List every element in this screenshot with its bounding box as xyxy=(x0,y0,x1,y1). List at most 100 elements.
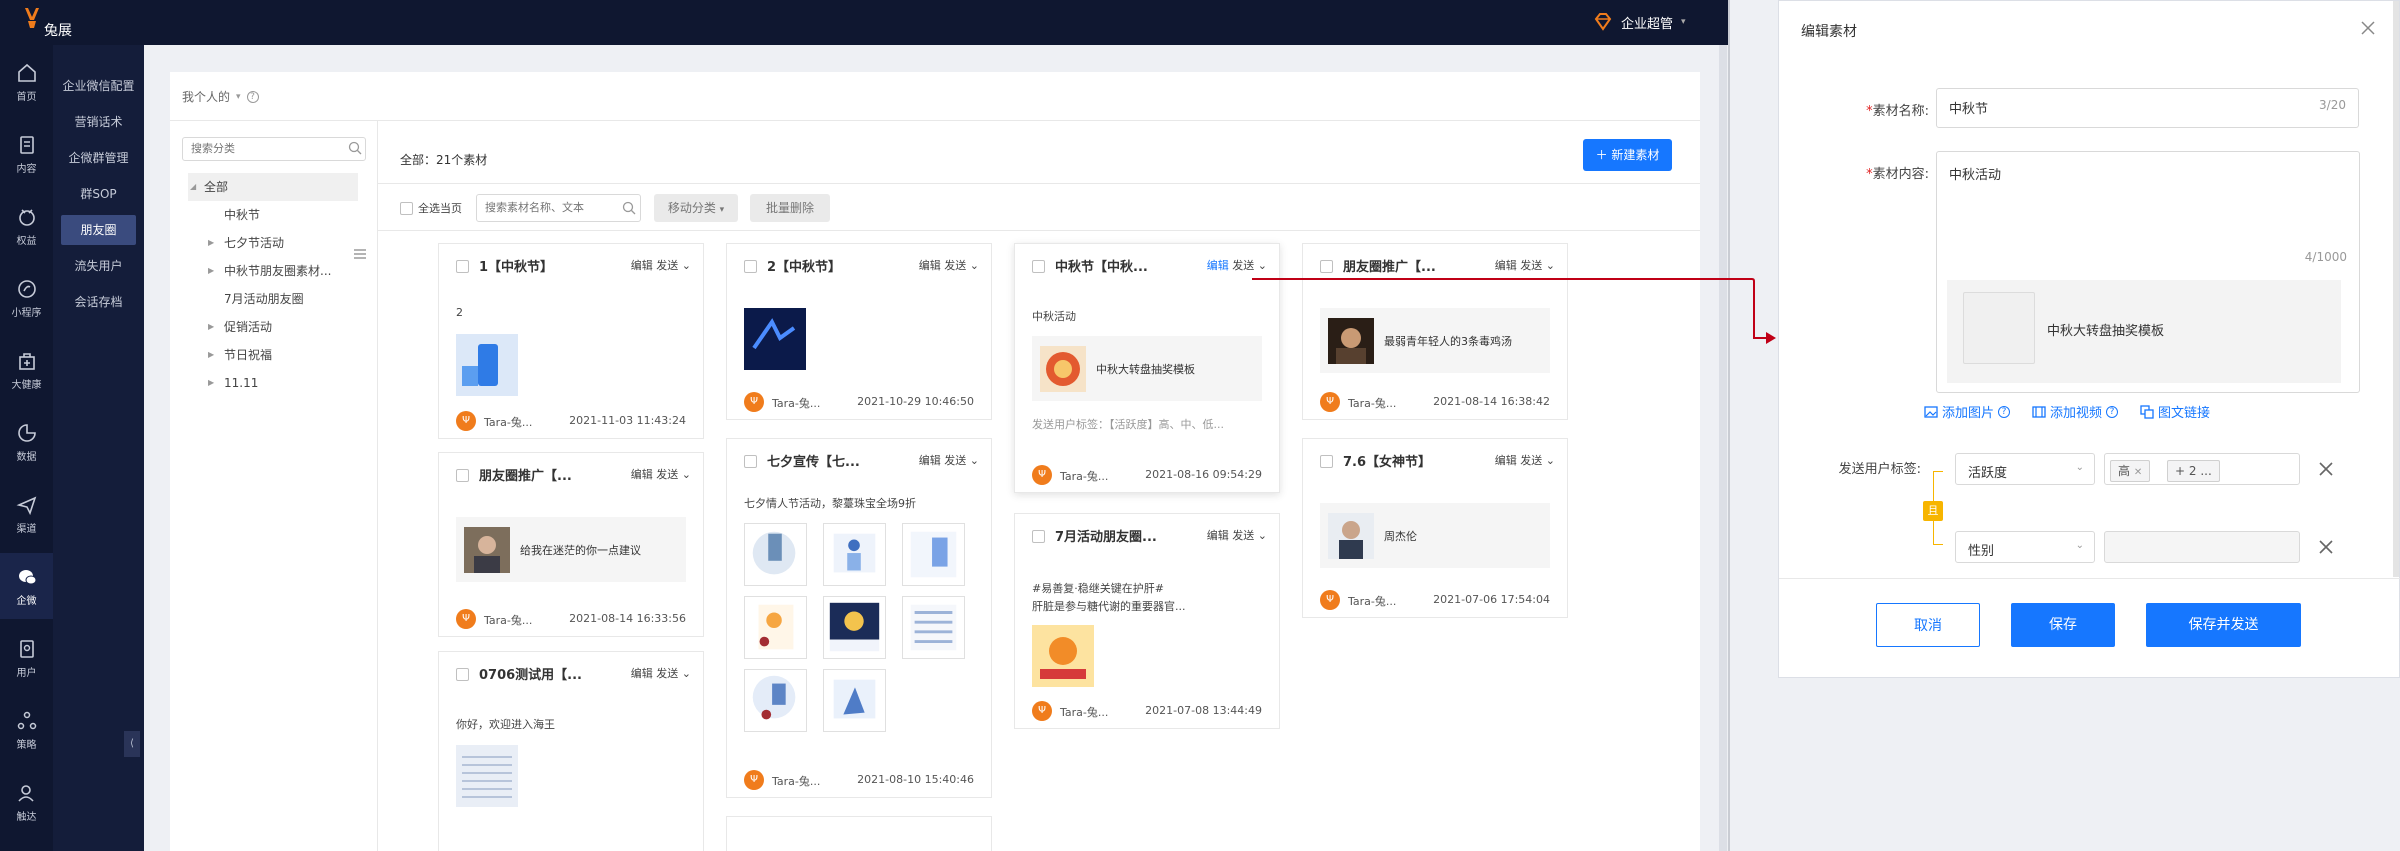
cancel-button[interactable]: 取消 xyxy=(1876,603,1980,647)
card-image[interactable] xyxy=(744,308,806,370)
chevron-down-icon[interactable]: ⌄ xyxy=(682,667,691,680)
material-search-input[interactable] xyxy=(476,194,641,222)
card-checkbox[interactable] xyxy=(456,668,469,681)
material-card[interactable]: 朋友圈推广【... 编辑 发送 ⌄ 给我在迷茫的你一点建议 Ψ Tara-兔...… xyxy=(438,452,704,637)
edit-link[interactable]: 编辑 xyxy=(631,667,653,680)
name-input[interactable]: 中秋节 3/20 xyxy=(1936,88,2359,128)
send-link[interactable]: 发送 xyxy=(656,259,678,272)
chevron-down-icon[interactable]: ⌄ xyxy=(970,454,979,467)
tree-item[interactable]: ▶ 11.11 xyxy=(170,369,378,397)
attached-template[interactable]: 中秋大转盘抽奖模板 xyxy=(1947,280,2341,383)
send-link[interactable]: 发送 xyxy=(1520,454,1542,467)
card-checkbox[interactable] xyxy=(744,260,757,273)
card-image[interactable] xyxy=(902,523,965,586)
subnav-group-sop[interactable]: 群SOP xyxy=(53,179,144,209)
tree-item[interactable]: 中秋节 xyxy=(170,201,378,229)
nav-wecom[interactable]: 企微 xyxy=(0,553,53,619)
save-button[interactable]: 保存 xyxy=(2011,603,2115,647)
send-link[interactable]: 发送 xyxy=(1520,259,1542,272)
content-textarea[interactable]: 中秋活动 4/1000 中秋大转盘抽奖模板 xyxy=(1936,151,2360,393)
card-image[interactable] xyxy=(744,596,807,659)
category-search-input[interactable] xyxy=(182,137,366,161)
tree-item[interactable]: 7月活动朋友圈 xyxy=(170,285,378,313)
tree-item[interactable]: ▶ 七夕节活动 xyxy=(170,229,378,257)
page-scrollbar[interactable] xyxy=(1719,45,1727,851)
card-image[interactable] xyxy=(1032,625,1094,687)
help-icon[interactable]: ? xyxy=(2106,405,2119,418)
subnav-archive[interactable]: 会话存档 xyxy=(53,287,144,317)
edit-link[interactable]: 编辑 xyxy=(1495,259,1517,272)
chevron-down-icon[interactable]: ⌄ xyxy=(1546,454,1555,467)
and-operator[interactable]: 且 xyxy=(1923,501,1943,521)
edit-link[interactable]: 编辑 xyxy=(919,454,941,467)
move-category-button[interactable]: 移动分类 ▾ xyxy=(654,194,738,222)
search-icon[interactable] xyxy=(622,201,636,215)
send-link[interactable]: 发送 xyxy=(656,667,678,680)
chevron-down-icon[interactable]: ⌄ xyxy=(1546,259,1555,272)
add-link-button[interactable]: 图文链接 xyxy=(2140,402,2210,421)
subnav-lost-users[interactable]: 流失用户 xyxy=(53,251,144,281)
material-card[interactable]: 7月活动朋友圈... 编辑 发送 ⌄ #易善复·稳继关键在护肝# 肝脏是参与糖代… xyxy=(1014,513,1280,729)
drawer-scrollbar[interactable] xyxy=(2393,1,2399,577)
search-icon[interactable] xyxy=(348,141,362,155)
edit-link[interactable]: 编辑 xyxy=(631,259,653,272)
tree-item-all[interactable]: ◢ 全部 xyxy=(188,173,358,201)
batch-delete-button[interactable]: 批量删除 xyxy=(750,194,830,222)
card-checkbox[interactable] xyxy=(1032,530,1045,543)
card-image[interactable] xyxy=(823,596,886,659)
send-link[interactable]: 发送 xyxy=(944,259,966,272)
tag-field-select[interactable]: 性别 ⌄ xyxy=(1955,531,2095,563)
collapse-sidebar-button[interactable]: ⟨ xyxy=(124,731,140,757)
add-image-button[interactable]: 添加图片? xyxy=(1924,402,2011,421)
edit-link[interactable]: 编辑 xyxy=(1207,529,1229,542)
card-checkbox[interactable] xyxy=(1320,260,1333,273)
link-preview[interactable]: 中秋大转盘抽奖模板 xyxy=(1032,336,1262,401)
card-image[interactable] xyxy=(902,596,965,659)
tag-value-select-disabled[interactable] xyxy=(2104,531,2300,563)
tree-item[interactable]: ▶ 节日祝福 xyxy=(170,341,378,369)
nav-rights[interactable]: 权益 xyxy=(0,193,53,259)
nav-channel[interactable]: 渠道 xyxy=(0,481,53,547)
edit-link[interactable]: 编辑 xyxy=(1207,259,1229,272)
nav-reach[interactable]: 触达 xyxy=(0,769,53,835)
close-icon[interactable] xyxy=(2359,19,2377,37)
chevron-down-icon[interactable]: ⌄ xyxy=(1258,259,1267,272)
subnav-groups[interactable]: 企微群管理 xyxy=(53,143,144,173)
send-link[interactable]: 发送 xyxy=(1232,259,1254,272)
nav-data[interactable]: 数据 xyxy=(0,409,53,475)
remove-condition-icon[interactable] xyxy=(2319,540,2333,554)
nav-strategy[interactable]: 策略 xyxy=(0,697,53,763)
tree-item[interactable]: ▶ 中秋节朋友圈素材... xyxy=(170,257,378,285)
card-checkbox[interactable] xyxy=(456,260,469,273)
org-switch[interactable]: 企业超管 ▾ xyxy=(1593,12,1686,32)
chevron-down-icon[interactable]: ⌄ xyxy=(682,259,691,272)
card-image[interactable] xyxy=(456,334,518,396)
subnav-wecom-config[interactable]: 企业微信配置 xyxy=(53,71,144,101)
send-link[interactable]: 发送 xyxy=(1232,529,1254,542)
add-video-button[interactable]: 添加视频? xyxy=(2032,402,2119,421)
card-image[interactable] xyxy=(456,745,518,807)
scope-dropdown[interactable]: 我个人的 ▾ ? xyxy=(182,88,259,105)
material-card[interactable]: 1【中秋节】 编辑 发送 ⌄ 2 Ψ Tara-兔... 2021-11-03 11… xyxy=(438,243,704,439)
chevron-down-icon[interactable]: ⌄ xyxy=(970,259,979,272)
chevron-down-icon[interactable]: ⌄ xyxy=(682,468,691,481)
card-checkbox[interactable] xyxy=(744,455,757,468)
material-card-active[interactable]: 中秋节【中秋... 编辑 发送 ⌄ 中秋活动 中秋大转盘抽奖模板 发送用户标签：… xyxy=(1014,243,1280,493)
logo[interactable]: 兔展 xyxy=(22,6,82,40)
help-icon[interactable]: ? xyxy=(1998,405,2011,418)
tag-field-select[interactable]: 活跃度 ⌄ xyxy=(1955,453,2095,485)
help-icon[interactable]: ? xyxy=(246,90,259,103)
card-image[interactable] xyxy=(744,523,807,586)
card-image[interactable] xyxy=(823,669,886,732)
checkbox[interactable] xyxy=(400,201,413,215)
material-card[interactable]: 2【中秋节】 编辑 发送 ⌄ Ψ Tara-兔... 2021-10-29 10:4… xyxy=(726,243,992,420)
new-material-button[interactable]: ＋ 新建素材 xyxy=(1583,139,1672,171)
material-card[interactable]: 0706测试用【... 编辑 发送 ⌄ 你好，欢迎进入海王 xyxy=(438,651,704,851)
nav-health[interactable]: 大健康 xyxy=(0,337,53,403)
nav-user[interactable]: 用户 xyxy=(0,625,53,691)
card-checkbox[interactable] xyxy=(1320,455,1333,468)
link-preview[interactable]: 最弱青年轻人的3条毒鸡汤 xyxy=(1320,308,1550,373)
card-checkbox[interactable] xyxy=(456,469,469,482)
remove-condition-icon[interactable] xyxy=(2319,462,2333,476)
save-and-send-button[interactable]: 保存并发送 xyxy=(2146,603,2301,647)
